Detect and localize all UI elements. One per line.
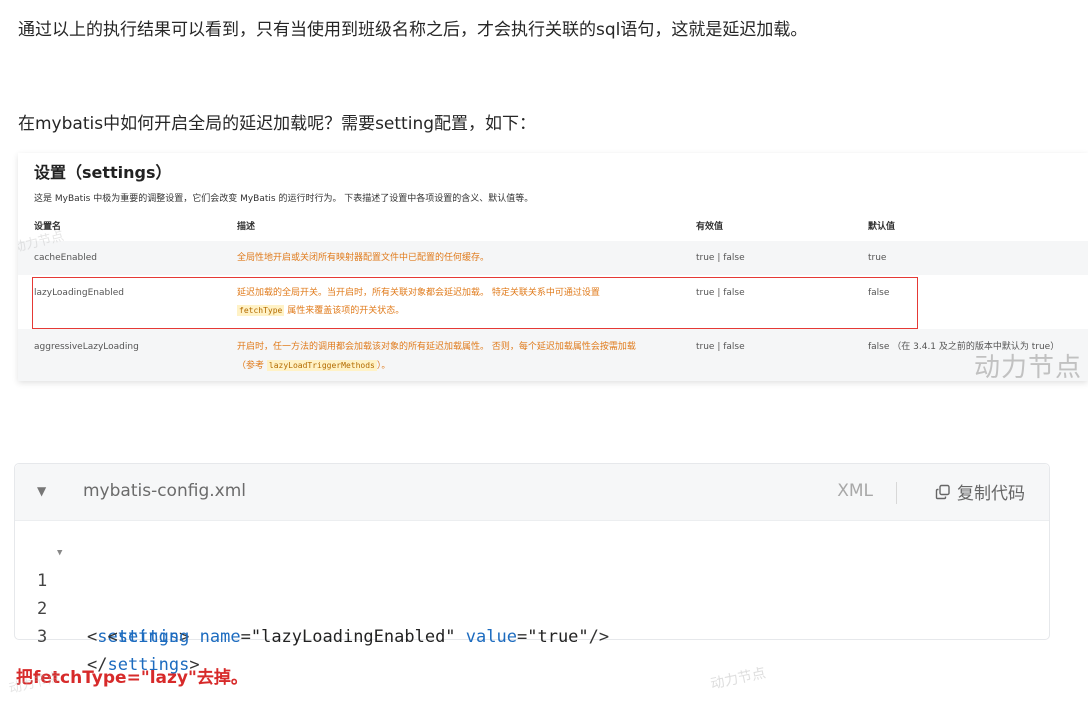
collapse-caret-icon[interactable]: ▼ <box>37 484 46 498</box>
row-desc: 全局性地开启或关闭所有映射器配置文件中已配置的任何缓存。 <box>237 253 490 263</box>
header-default-value: 默认值 <box>868 222 896 232</box>
code-block-header: ▼ mybatis-config.xml XML 复制代码 <box>15 464 1049 521</box>
paragraph-global-lazy-question: 在mybatis中如何开启全局的延迟加载呢？需要setting配置，如下： <box>18 114 537 134</box>
row-name: cacheEnabled <box>34 253 98 263</box>
row-default: true <box>868 253 887 263</box>
copy-icon <box>935 484 950 499</box>
code-line-text: <setting name="lazyLoadingEnabled" value… <box>107 627 610 647</box>
code-line: 2 <setting name="lazyLoadingEnabled" val… <box>15 567 1049 647</box>
watermark-logo: 动力节点 <box>973 353 1082 381</box>
lazyload-trigger-code: lazyLoadTriggerMethods <box>266 360 377 371</box>
settings-title: 设置（settings） <box>34 163 172 182</box>
header-valid-values: 有效值 <box>696 222 724 232</box>
row-desc: 开启时，任一方法的调用都会加载该对象的所有延迟加载属性。 否则，每个延迟加载属性… <box>237 342 636 352</box>
watermark-faint: 动力节点 <box>709 665 768 693</box>
row-name: aggressiveLazyLoading <box>34 342 139 352</box>
line-number: 3 <box>37 627 48 647</box>
table-row: cacheEnabled 全局性地开启或关闭所有映射器配置文件中已配置的任何缓存… <box>18 241 1088 275</box>
row-desc-line2: （参考 lazyLoadTriggerMethods）。 <box>237 360 391 371</box>
table-row: aggressiveLazyLoading 开启时，任一方法的调用都会加载该对象… <box>18 329 1088 381</box>
settings-table-image: 设置（settings） 这是 MyBatis 中极为重要的调整设置，它们会改变… <box>18 153 1088 381</box>
highlight-box <box>32 277 918 329</box>
code-filename: mybatis-config.xml <box>83 481 246 501</box>
code-line: 3 </settings> <box>15 595 1049 675</box>
fold-arrow-icon[interactable]: ▼ <box>57 539 62 567</box>
row-valid: true | false <box>696 253 745 263</box>
paragraph-lazy-loading-result: 通过以上的执行结果可以看到，只有当使用到班级名称之后，才会执行关联的sql语句，… <box>18 20 808 40</box>
code-language: XML <box>837 481 873 501</box>
code-line: 1 ▼ <settings> <box>15 539 1049 647</box>
code-block: ▼ mybatis-config.xml XML 复制代码 1 ▼ <setti… <box>14 463 1050 675</box>
row-valid: true | false <box>696 342 745 352</box>
copy-code-label: 复制代码 <box>957 484 1025 504</box>
settings-description: 这是 MyBatis 中极为重要的调整设置，它们会改变 MyBatis 的运行时… <box>34 194 534 204</box>
code-content: 1 ▼ <settings> 2 <setting name="lazyLoad… <box>15 521 1049 675</box>
copy-code-button[interactable]: 复制代码 <box>935 479 1025 504</box>
header-divider <box>896 482 897 504</box>
header-description: 描述 <box>237 222 256 232</box>
